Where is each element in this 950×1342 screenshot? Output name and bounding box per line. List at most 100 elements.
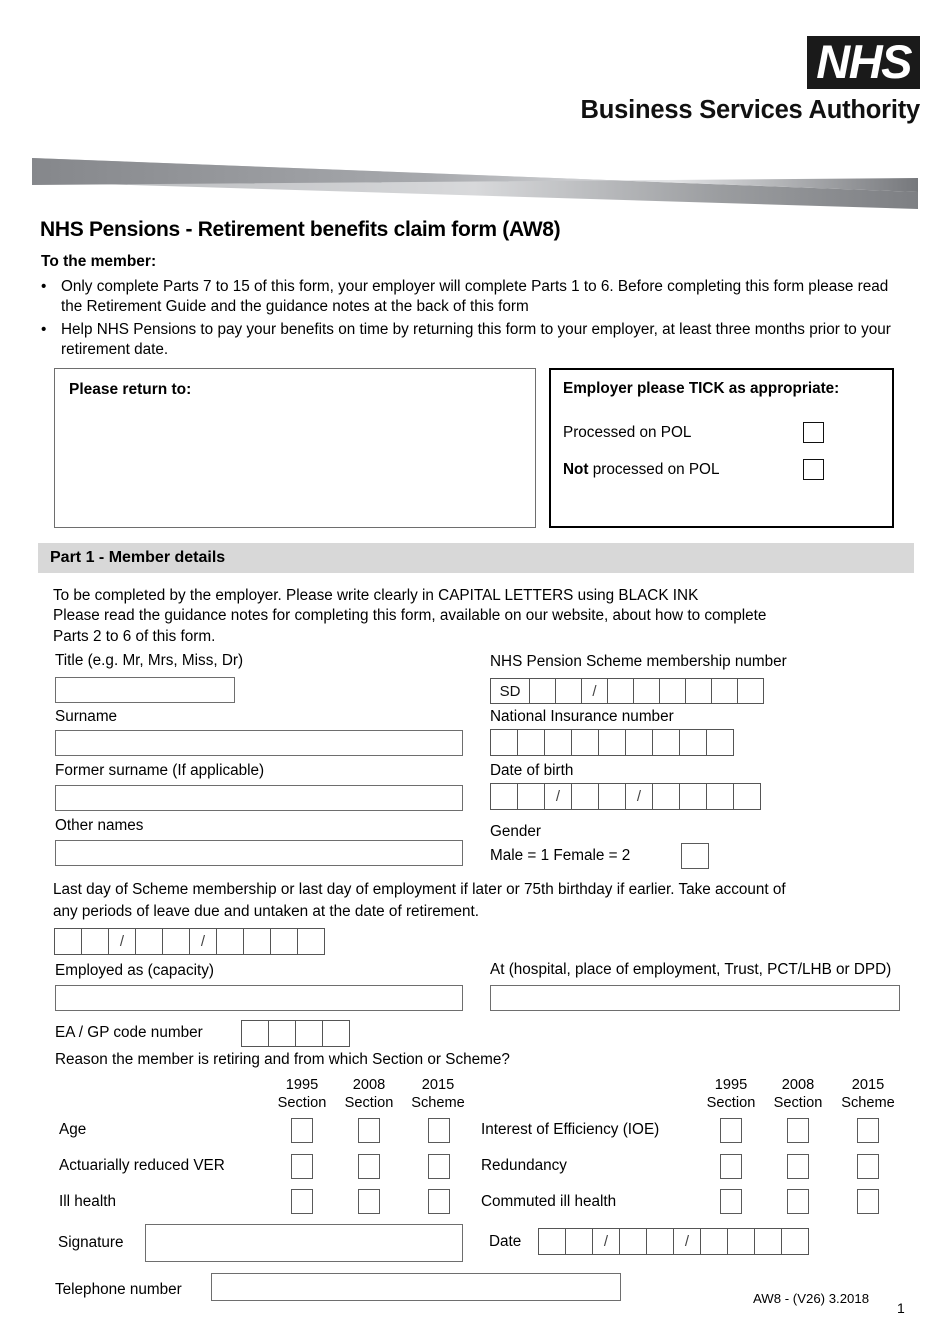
char-cell[interactable] bbox=[243, 928, 271, 955]
checkbox-redundancy-2008[interactable] bbox=[787, 1154, 809, 1179]
char-cell[interactable]: SD bbox=[490, 678, 530, 704]
char-cell[interactable] bbox=[646, 1228, 674, 1255]
membership-number-input[interactable]: SD / bbox=[490, 678, 764, 704]
char-cell[interactable] bbox=[754, 1228, 782, 1255]
char-cell[interactable] bbox=[737, 678, 764, 704]
char-cell[interactable] bbox=[733, 783, 761, 810]
char-cell[interactable] bbox=[295, 1020, 323, 1047]
checkbox-ver-1995[interactable] bbox=[291, 1154, 313, 1179]
instruction-line: Please read the guidance notes for compl… bbox=[53, 607, 767, 625]
char-cell[interactable] bbox=[633, 678, 660, 704]
char-cell[interactable] bbox=[216, 928, 244, 955]
char-cell[interactable]: / bbox=[625, 783, 653, 810]
checkbox-commuted-2008[interactable] bbox=[787, 1189, 809, 1214]
char-cell[interactable] bbox=[517, 729, 545, 756]
char-cell[interactable] bbox=[598, 729, 626, 756]
at-place-input[interactable] bbox=[490, 985, 900, 1011]
checkbox-not-processed-on-pol[interactable] bbox=[803, 459, 824, 480]
date-input[interactable]: / / bbox=[538, 1228, 809, 1255]
gender-input[interactable] bbox=[681, 843, 709, 869]
char-cell[interactable] bbox=[135, 928, 163, 955]
char-cell[interactable] bbox=[268, 1020, 296, 1047]
dob-label: Date of birth bbox=[490, 762, 574, 779]
char-cell[interactable] bbox=[781, 1228, 809, 1255]
char-cell[interactable] bbox=[571, 783, 599, 810]
char-cell[interactable] bbox=[652, 783, 680, 810]
char-cell[interactable] bbox=[652, 729, 680, 756]
checkbox-processed-on-pol[interactable] bbox=[803, 422, 824, 443]
char-cell[interactable] bbox=[659, 678, 686, 704]
char-cell[interactable] bbox=[706, 783, 734, 810]
char-cell[interactable] bbox=[555, 678, 582, 704]
char-cell[interactable]: / bbox=[581, 678, 608, 704]
char-cell[interactable]: / bbox=[592, 1228, 620, 1255]
char-cell[interactable]: / bbox=[544, 783, 572, 810]
column-header-line2: Scheme bbox=[841, 1095, 895, 1112]
checkbox-age-2015[interactable] bbox=[428, 1118, 450, 1143]
checkbox-ver-2015[interactable] bbox=[428, 1154, 450, 1179]
checkbox-ioe-2015[interactable] bbox=[857, 1118, 879, 1143]
char-cell[interactable] bbox=[679, 783, 707, 810]
former-surname-input[interactable] bbox=[55, 785, 463, 811]
checkbox-commuted-2015[interactable] bbox=[857, 1189, 879, 1214]
char-cell[interactable] bbox=[571, 729, 599, 756]
form-page: NHS Business Services Authority NHS Pens… bbox=[0, 0, 950, 1342]
char-cell[interactable] bbox=[685, 678, 712, 704]
surname-input[interactable] bbox=[55, 730, 463, 756]
checkbox-ill-health-2015[interactable] bbox=[428, 1189, 450, 1214]
char-cell[interactable] bbox=[619, 1228, 647, 1255]
employed-as-input[interactable] bbox=[55, 985, 463, 1011]
title-input[interactable] bbox=[55, 677, 235, 703]
checkbox-ill-health-2008[interactable] bbox=[358, 1189, 380, 1214]
char-cell[interactable] bbox=[162, 928, 190, 955]
char-cell[interactable]: / bbox=[189, 928, 217, 955]
telephone-input[interactable] bbox=[211, 1273, 621, 1301]
ni-number-input[interactable] bbox=[490, 729, 734, 756]
char-cell[interactable] bbox=[538, 1228, 566, 1255]
return-address-box[interactable]: Please return to: bbox=[54, 368, 536, 528]
char-cell[interactable] bbox=[565, 1228, 593, 1255]
checkbox-ver-2008[interactable] bbox=[358, 1154, 380, 1179]
char-cell[interactable] bbox=[727, 1228, 755, 1255]
checkbox-age-1995[interactable] bbox=[291, 1118, 313, 1143]
char-cell[interactable] bbox=[81, 928, 109, 955]
list-item: • Only complete Parts 7 to 15 of this fo… bbox=[41, 277, 901, 318]
nhs-bsa-logo: NHS Business Services Authority bbox=[581, 36, 920, 125]
checkbox-ill-health-1995[interactable] bbox=[291, 1189, 313, 1214]
char-cell[interactable] bbox=[700, 1228, 728, 1255]
page-title: NHS Pensions - Retirement benefits claim… bbox=[40, 218, 561, 241]
char-cell[interactable] bbox=[490, 783, 518, 810]
checkbox-age-2008[interactable] bbox=[358, 1118, 380, 1143]
char-cell[interactable] bbox=[679, 729, 707, 756]
char-cell[interactable] bbox=[322, 1020, 350, 1047]
char-cell[interactable] bbox=[517, 783, 545, 810]
char-cell[interactable]: / bbox=[108, 928, 136, 955]
char-cell[interactable] bbox=[54, 928, 82, 955]
char-cell[interactable] bbox=[270, 928, 298, 955]
char-cell[interactable] bbox=[625, 729, 653, 756]
checkbox-ioe-1995[interactable] bbox=[720, 1118, 742, 1143]
last-day-date-input[interactable]: / / bbox=[54, 928, 325, 955]
char-cell[interactable] bbox=[529, 678, 556, 704]
signature-input[interactable] bbox=[145, 1224, 463, 1262]
checkbox-redundancy-2015[interactable] bbox=[857, 1154, 879, 1179]
char-cell[interactable] bbox=[544, 729, 572, 756]
char-cell[interactable]: / bbox=[673, 1228, 701, 1255]
reason-label-ill-health: Ill health bbox=[59, 1193, 116, 1210]
char-cell[interactable] bbox=[297, 928, 325, 955]
char-cell[interactable] bbox=[598, 783, 626, 810]
former-surname-field-label: Former surname (If applicable) bbox=[55, 762, 265, 779]
char-cell[interactable] bbox=[241, 1020, 269, 1047]
checkbox-commuted-1995[interactable] bbox=[720, 1189, 742, 1214]
date-of-birth-input[interactable]: / / bbox=[490, 783, 761, 810]
part-1-instructions: To be completed by the employer. Please … bbox=[53, 586, 913, 647]
char-cell[interactable] bbox=[490, 729, 518, 756]
ea-gp-code-input[interactable] bbox=[241, 1020, 350, 1047]
other-names-input[interactable] bbox=[55, 840, 463, 866]
checkbox-redundancy-1995[interactable] bbox=[720, 1154, 742, 1179]
char-cell[interactable] bbox=[607, 678, 634, 704]
char-cell[interactable] bbox=[706, 729, 734, 756]
char-cell[interactable] bbox=[711, 678, 738, 704]
bullet-icon: • bbox=[41, 320, 47, 338]
checkbox-ioe-2008[interactable] bbox=[787, 1118, 809, 1143]
